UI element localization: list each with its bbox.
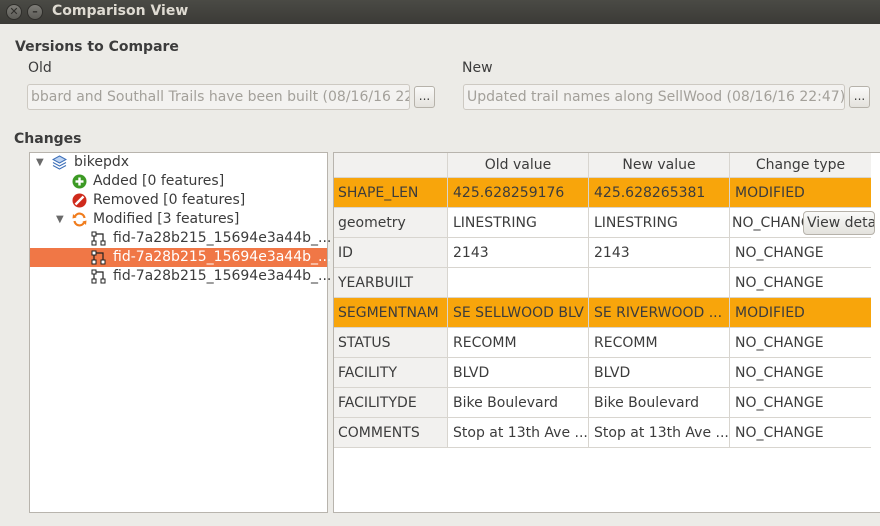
tree-feature-item-selected[interactable]: fid-7a28b215_15694e3a44b_... <box>30 248 331 267</box>
tree-root-label: bikepdx <box>74 154 130 170</box>
window-title: Comparison View <box>52 3 189 19</box>
row-header-facility[interactable]: FACILITY <box>334 358 448 388</box>
minimize-window-button[interactable]: – <box>27 4 43 20</box>
refresh-icon <box>72 212 87 227</box>
cell-change-type[interactable]: NO_CHANGE <box>730 238 871 268</box>
view-details-button[interactable]: View details <box>803 211 875 235</box>
tree-group-modified[interactable]: ▼ Modified [3 features] <box>30 210 327 229</box>
cell-new-value[interactable]: Bike Boulevard <box>589 388 730 418</box>
cell-change-type[interactable]: NO_CHANGE <box>730 388 871 418</box>
expand-arrow-icon[interactable]: ▼ <box>36 153 44 172</box>
header-old-value[interactable]: Old value <box>448 153 589 178</box>
cell-old-value[interactable]: BLVD <box>448 358 589 388</box>
cell-new-value[interactable]: RECOMM <box>589 328 730 358</box>
new-version-label: New <box>462 60 493 76</box>
layers-icon <box>52 155 67 170</box>
no-entry-icon <box>72 193 87 208</box>
minimize-icon: – <box>32 5 38 18</box>
close-icon: ✕ <box>9 5 19 18</box>
cell-new-value[interactable]: BLVD <box>589 358 730 388</box>
cell-new-value[interactable]: SE RIVERWOOD ... <box>589 298 730 328</box>
cell-old-value[interactable] <box>448 268 589 298</box>
old-version-field[interactable]: bbard and Southall Trails have been buil… <box>27 84 410 110</box>
cell-old-value[interactable]: LINESTRING <box>448 208 589 238</box>
row-header-status[interactable]: STATUS <box>334 328 448 358</box>
cell-old-value[interactable]: Stop at 13th Ave ... <box>448 418 589 448</box>
row-header-comments[interactable]: COMMENTS <box>334 418 448 448</box>
tree-group-label: Removed [0 features] <box>93 192 246 208</box>
plus-circle-icon <box>72 174 87 189</box>
cell-new-value[interactable]: Stop at 13th Ave ... <box>589 418 730 448</box>
cell-new-value[interactable]: 2143 <box>589 238 730 268</box>
tree-feature-item[interactable]: fid-7a28b215_15694e3a44b_... <box>30 229 331 248</box>
tree-group-removed[interactable]: Removed [0 features] <box>30 191 327 210</box>
cell-new-value[interactable]: LINESTRING <box>589 208 730 238</box>
old-version-browse-button[interactable]: ... <box>414 86 435 108</box>
tree-group-label: Modified [3 features] <box>93 211 240 227</box>
changes-tree[interactable]: ▼ bikepdx Added [0 features] Removed [0 … <box>29 152 331 513</box>
expand-arrow-icon[interactable]: ▼ <box>56 210 64 229</box>
cell-change-type[interactable]: NO_CHANGE <box>730 268 871 298</box>
close-window-button[interactable]: ✕ <box>6 4 22 20</box>
table-corner-header <box>334 153 448 178</box>
row-header-yearbuilt[interactable]: YEARBUILT <box>334 268 448 298</box>
cell-change-type[interactable]: NO_CHANGE <box>730 418 871 448</box>
cell-new-value[interactable]: 425.628265381 <box>589 178 730 208</box>
row-header-facilityde[interactable]: FACILITYDE <box>334 388 448 418</box>
tree-group-added[interactable]: Added [0 features] <box>30 172 327 191</box>
tree-feature-item[interactable]: fid-7a28b215_15694e3a44b_... <box>30 267 331 286</box>
line-feature-icon <box>91 250 106 265</box>
row-header-segmentnam[interactable]: SEGMENTNAM <box>334 298 448 328</box>
tree-feature-label: fid-7a28b215_15694e3a44b_... <box>113 268 332 284</box>
attributes-table[interactable]: Old value New value Change type SHAPE_LE… <box>333 152 880 513</box>
row-header-id[interactable]: ID <box>334 238 448 268</box>
old-version-label: Old <box>28 60 52 76</box>
cell-old-value[interactable]: 425.628259176 <box>448 178 589 208</box>
cell-change-type[interactable]: MODIFIED <box>730 298 871 328</box>
tree-feature-label: fid-7a28b215_15694e3a44b_... <box>113 249 332 265</box>
tree-group-label: Added [0 features] <box>93 173 225 189</box>
cell-change-type[interactable]: NO_CHANGE <box>730 358 871 388</box>
new-version-field[interactable]: Updated trail names along SellWood (08/1… <box>463 84 845 110</box>
header-change-type[interactable]: Change type <box>730 153 871 178</box>
cell-old-value[interactable]: 2143 <box>448 238 589 268</box>
title-bar: ✕ – Comparison View <box>0 0 880 24</box>
row-header-shape-len[interactable]: SHAPE_LEN <box>334 178 448 208</box>
header-new-value[interactable]: New value <box>589 153 730 178</box>
changes-section-title: Changes <box>14 131 82 147</box>
new-version-browse-button[interactable]: ... <box>849 86 870 108</box>
cell-old-value[interactable]: Bike Boulevard <box>448 388 589 418</box>
cell-change-type[interactable]: NO_CHANGE <box>730 328 871 358</box>
cell-old-value[interactable]: RECOMM <box>448 328 589 358</box>
cell-old-value[interactable]: SE SELLWOOD BLV <box>448 298 589 328</box>
line-feature-icon <box>91 269 106 284</box>
tree-feature-label: fid-7a28b215_15694e3a44b_... <box>113 230 332 246</box>
line-feature-icon <box>91 231 106 246</box>
tree-root-row[interactable]: ▼ bikepdx <box>30 153 327 172</box>
cell-new-value[interactable] <box>589 268 730 298</box>
cell-change-type[interactable]: MODIFIED <box>730 178 871 208</box>
versions-section-title: Versions to Compare <box>15 39 179 55</box>
row-header-geometry[interactable]: geometry <box>334 208 448 238</box>
